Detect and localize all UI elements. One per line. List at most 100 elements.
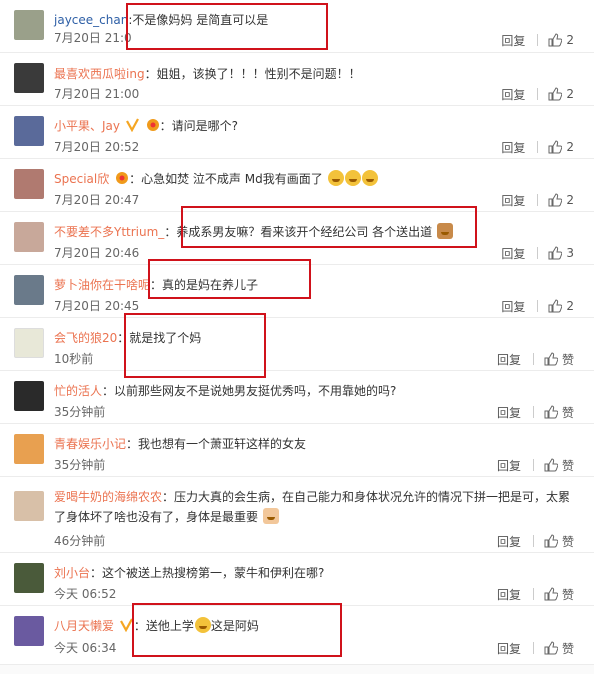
comment-username[interactable]: 小平果、Jay: [54, 119, 120, 133]
reply-button[interactable]: 回复: [497, 457, 521, 474]
like-button[interactable]: 赞: [544, 640, 574, 657]
comment-time: 7月20日 21:0: [54, 31, 132, 45]
avatar[interactable]: [14, 491, 44, 521]
like-button[interactable]: 赞: [544, 457, 574, 474]
like-count: 2: [566, 299, 574, 313]
comment-text: 请问是哪个?: [171, 119, 239, 133]
highlight-box: [126, 3, 328, 50]
reply-button[interactable]: 回复: [501, 32, 525, 49]
comment-time: 7月20日 20:46: [54, 246, 140, 260]
like-count: 2: [566, 87, 574, 101]
comment-text: 姐姐，该换了！！！性别不是问题！！: [156, 67, 361, 81]
comment-username[interactable]: Special欣: [54, 172, 109, 186]
avatar[interactable]: [14, 563, 44, 593]
reply-button[interactable]: 回复: [497, 351, 521, 368]
like-count: 赞: [561, 352, 574, 367]
like-count: 赞: [561, 405, 574, 420]
thumbs-up-icon: [544, 587, 558, 601]
avatar[interactable]: [14, 381, 44, 411]
crying-emoji-icon: [327, 170, 344, 186]
comment-time: 35分钟前: [54, 405, 106, 419]
thumbs-up-icon: [544, 641, 558, 655]
thumbs-up-icon: [544, 534, 558, 548]
like-count: 2: [566, 140, 574, 154]
like-button[interactable]: 赞: [544, 586, 574, 603]
like-button[interactable]: 2: [548, 140, 574, 154]
avatar[interactable]: [14, 328, 44, 358]
comment-separator: ：: [164, 225, 177, 239]
comment-username[interactable]: 不要差不多Yttrium_: [54, 225, 164, 239]
like-button[interactable]: 赞: [544, 533, 574, 550]
like-button[interactable]: 赞: [544, 351, 574, 368]
reply-button[interactable]: 回复: [501, 139, 525, 156]
divider: [532, 535, 534, 547]
avatar[interactable]: [14, 222, 44, 252]
comment-username[interactable]: 青春娱乐小记: [54, 437, 126, 451]
like-button[interactable]: 3: [548, 246, 574, 260]
comment-username[interactable]: 会飞的狼20: [54, 331, 117, 345]
crying-emoji-icon: [361, 170, 378, 186]
comment-username[interactable]: 八月天懒爱: [54, 619, 114, 633]
divider: [537, 34, 539, 46]
comment-text: 以前那些网友不是说她男友挺优秀吗，不用靠她的吗?: [114, 384, 397, 398]
hand-emoji-icon: [262, 508, 279, 524]
comment-separator: ：: [126, 437, 139, 451]
reply-button[interactable]: 回复: [497, 533, 521, 550]
comment-separator: ：: [90, 566, 103, 580]
comment-time: 7月20日 21:00: [54, 87, 140, 101]
thumbs-up-icon: [548, 140, 563, 154]
comment-text: 这个被送上热搜榜第一，蒙牛和伊利在哪?: [102, 566, 325, 580]
avatar[interactable]: [14, 63, 44, 93]
divider: [532, 642, 534, 654]
comment-text: 心急如焚 泣不成声 Md我有画面了: [141, 172, 323, 186]
thumbs-up-icon: [544, 352, 558, 366]
avatar[interactable]: [14, 434, 44, 464]
comment-username[interactable]: 爱喝牛奶的海绵农农: [54, 490, 162, 504]
reply-button[interactable]: 回复: [501, 245, 525, 262]
divider: [537, 300, 539, 312]
reply-button[interactable]: 回复: [501, 298, 525, 315]
like-count: 赞: [561, 458, 574, 473]
like-button[interactable]: 2: [548, 299, 574, 313]
divider: [532, 459, 534, 471]
comment-separator: ：: [159, 119, 172, 133]
comment-time: 今天 06:34: [54, 641, 117, 655]
reply-button[interactable]: 回复: [497, 640, 521, 657]
comment-username[interactable]: 忙的活人: [54, 384, 102, 398]
thumbs-up-icon: [544, 458, 558, 472]
like-count: 2: [566, 33, 574, 47]
thumbs-up-icon: [548, 33, 563, 47]
divider: [532, 353, 534, 365]
like-button[interactable]: 赞: [544, 404, 574, 421]
like-count: 赞: [561, 534, 574, 549]
avatar[interactable]: [14, 169, 44, 199]
avatar[interactable]: [14, 616, 44, 646]
reply-button[interactable]: 回复: [501, 86, 525, 103]
like-count: 赞: [561, 641, 574, 656]
avatar[interactable]: [14, 10, 44, 40]
comment-row: 青春娱乐小记：我也想有一个萧亚轩这样的女友 35分钟前 回复 赞: [0, 424, 594, 477]
like-count: 2: [566, 193, 574, 207]
comment-list: jaycee_chan:不是像妈妈 是简直可以是 7月20日 21:0 回复 2…: [0, 0, 594, 674]
highlight-box: [132, 603, 342, 657]
comment-row: Special欣 ：心急如焚 泣不成声 Md我有画面了 7月20日 20:47 …: [0, 159, 594, 212]
comment-username[interactable]: 刘小台: [54, 566, 90, 580]
verified-badge-icon: [125, 118, 139, 132]
like-button[interactable]: 2: [548, 87, 574, 101]
like-button[interactable]: 2: [548, 33, 574, 47]
comment-username[interactable]: jaycee_chan: [54, 13, 128, 27]
avatar[interactable]: [14, 116, 44, 146]
comment-time: 今天 06:52: [54, 587, 117, 601]
comment-username[interactable]: 最喜欢西瓜啦ing: [54, 67, 145, 81]
reply-button[interactable]: 回复: [497, 586, 521, 603]
divider: [537, 141, 539, 153]
comment-separator: ：: [162, 490, 175, 504]
like-button[interactable]: 2: [548, 193, 574, 207]
avatar[interactable]: [14, 275, 44, 305]
comment-row: 刘小台：这个被送上热搜榜第一，蒙牛和伊利在哪? 今天 06:52 回复 赞: [0, 553, 594, 606]
reply-button[interactable]: 回复: [501, 192, 525, 209]
reply-button[interactable]: 回复: [497, 404, 521, 421]
comment-time: 35分钟前: [54, 458, 106, 472]
comment-text: 我也想有一个萧亚轩这样的女友: [138, 437, 307, 451]
comment-username[interactable]: 萝卜油你在干啥呢: [54, 278, 150, 292]
